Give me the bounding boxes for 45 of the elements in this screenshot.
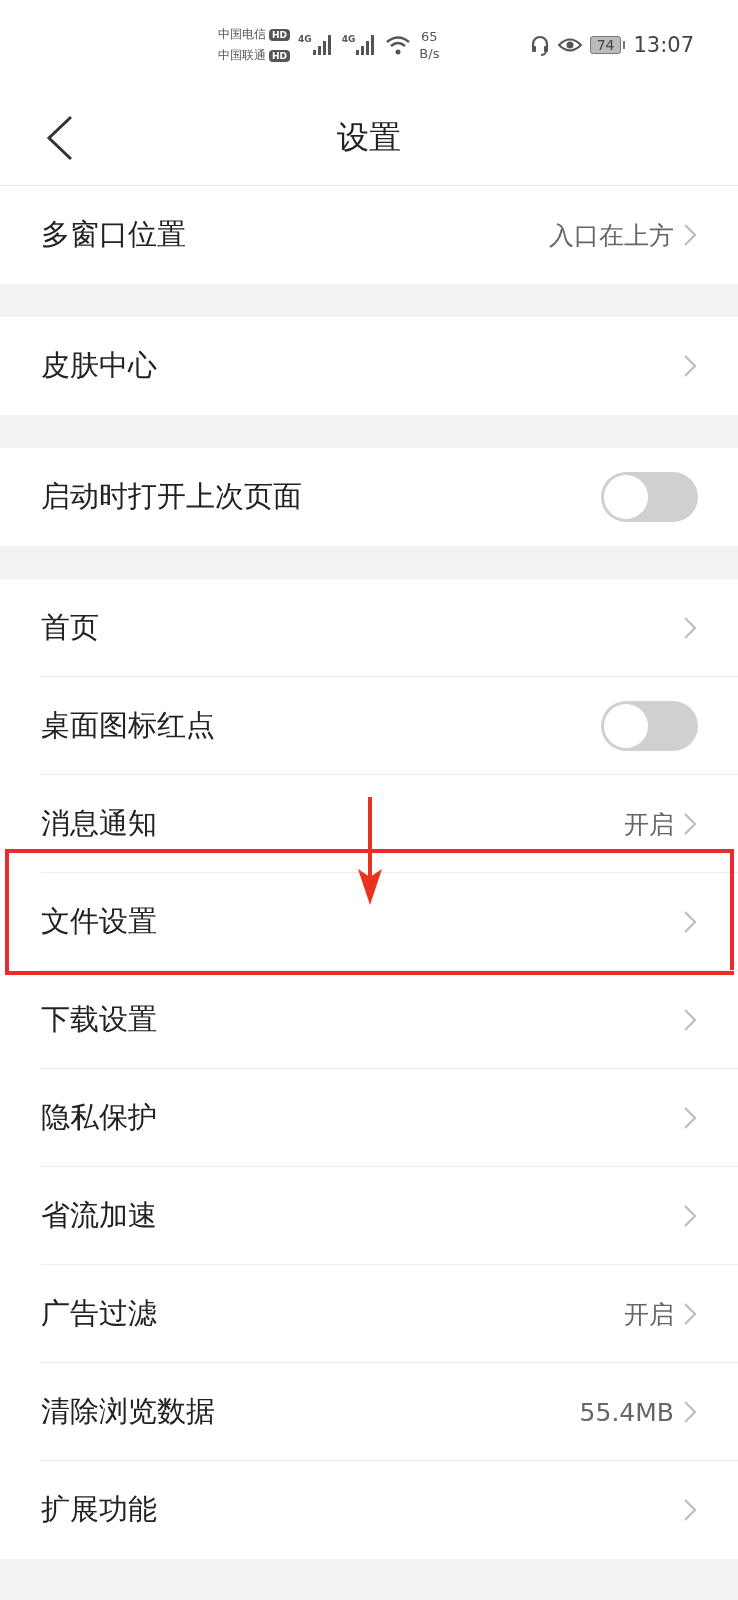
network-label: 4G bbox=[341, 34, 356, 44]
eye-icon bbox=[557, 37, 582, 53]
signal-icon bbox=[311, 34, 334, 56]
setting-value: 开启 bbox=[624, 1298, 674, 1331]
carrier-name: 中国联通 bbox=[218, 47, 266, 64]
setting-value: 55.4MB bbox=[579, 1397, 674, 1427]
chevron-icon bbox=[684, 911, 696, 933]
network-label: 4G bbox=[298, 34, 312, 44]
toggle-switch[interactable] bbox=[601, 472, 698, 522]
back-icon[interactable] bbox=[45, 115, 75, 161]
chevron-icon bbox=[684, 355, 696, 377]
chevron-icon bbox=[684, 224, 696, 246]
setting-label: 下载设置 bbox=[41, 1001, 158, 1038]
headset-icon bbox=[529, 34, 550, 56]
wifi-icon bbox=[385, 34, 412, 56]
chevron-icon bbox=[684, 1205, 696, 1227]
toggle-switch[interactable] bbox=[601, 701, 698, 751]
setting-label: 文件设置 bbox=[41, 903, 158, 940]
setting-label: 首页 bbox=[41, 609, 100, 646]
setting-label: 消息通知 bbox=[41, 805, 158, 842]
setting-value: 入口在上方 bbox=[549, 219, 674, 252]
setting-label: 隐私保护 bbox=[41, 1099, 158, 1136]
setting-label: 清除浏览数据 bbox=[41, 1393, 216, 1430]
setting-value: 开启 bbox=[624, 808, 674, 841]
hd-badge: HD bbox=[269, 28, 290, 41]
chevron-icon bbox=[684, 1401, 696, 1423]
setting-label: 皮肤中心 bbox=[41, 347, 158, 384]
carrier-name: 中国电信 bbox=[218, 26, 266, 43]
setting-label: 扩展功能 bbox=[41, 1491, 158, 1528]
chevron-icon bbox=[684, 1107, 696, 1129]
clock: 13:07 bbox=[633, 33, 694, 57]
setting-label: 多窗口位置 bbox=[41, 216, 187, 253]
chevron-icon bbox=[684, 1499, 696, 1521]
chevron-icon bbox=[684, 1303, 696, 1325]
chevron-icon bbox=[684, 1009, 696, 1031]
setting-label: 启动时打开上次页面 bbox=[41, 478, 303, 515]
page-title: 设置 bbox=[337, 116, 401, 158]
setting-label: 省流加速 bbox=[41, 1197, 158, 1234]
network-speed: B/s bbox=[419, 45, 440, 62]
setting-label: 桌面图标红点 bbox=[41, 707, 216, 744]
hd-badge: HD bbox=[269, 49, 290, 62]
setting-label: 广告过滤 bbox=[41, 1295, 158, 1332]
chevron-icon bbox=[684, 813, 696, 835]
chevron-icon bbox=[684, 617, 696, 639]
network-speed: 65 bbox=[421, 28, 438, 45]
